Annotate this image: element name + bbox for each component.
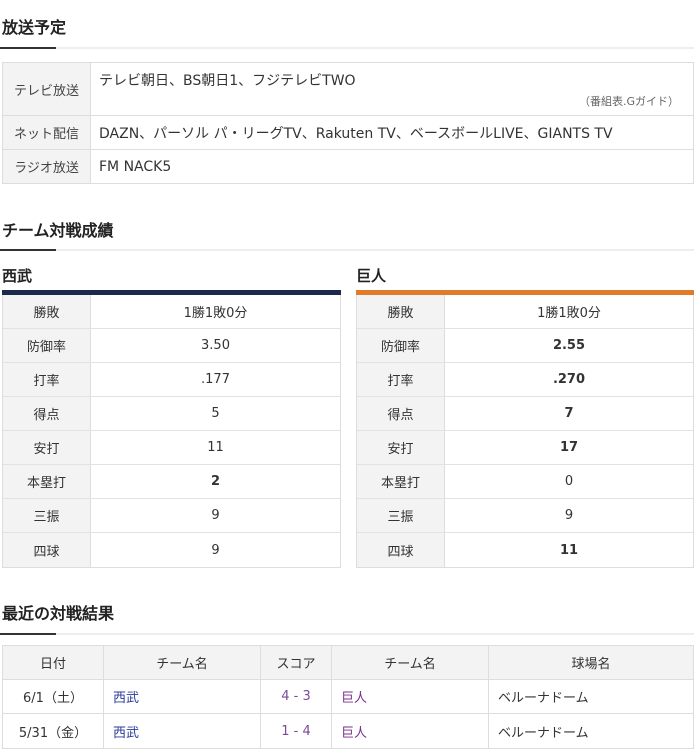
stats-table-kyojin: 勝敗 1勝1敗0分防御率 2.55 打率 .270 得点 7 安打 17 本塁打 0 三振 9 四球 11 (356, 295, 694, 568)
stat-label: 得点 (357, 397, 445, 430)
broadcast-value-tv: テレビ朝日、BS朝日1、フジテレビTWO （番組表.Gガイド） (91, 63, 693, 115)
result-home-team-link[interactable]: 西武 (104, 714, 261, 748)
broadcast-value-net: DAZN、パーソル パ・リーグTV、Rakuten TV、ベースボールLIVE、… (99, 125, 613, 142)
stat-row: 勝敗 1勝1敗0分 (3, 295, 340, 329)
stat-label: 本塁打 (3, 465, 91, 498)
stat-value: 2.55 (552, 338, 586, 353)
stats-section-title: チーム対戦成績 (2, 221, 114, 240)
header-stadium: 球場名 (571, 657, 611, 672)
broadcast-head-radio: ラジオ放送 (3, 150, 91, 183)
stat-label: 防御率 (3, 329, 91, 362)
result-away-team-link[interactable]: 巨人 (332, 714, 489, 748)
stat-label: 打率 (3, 363, 91, 396)
stat-label: 四球 (3, 533, 91, 567)
header-team-away: チーム名 (332, 646, 489, 679)
stat-value: 9 (211, 542, 220, 558)
stat-label: 三振 (357, 499, 445, 532)
team-name-seibu: 西武 (2, 267, 33, 285)
stat-value: 0 (564, 474, 574, 489)
stat-value: 3.50 (201, 338, 230, 353)
stat-value: 11 (207, 440, 224, 455)
stat-label: 打率 (357, 363, 445, 396)
stat-label: 安打 (357, 431, 445, 464)
broadcast-row-radio: ラジオ放送 FM NACK5 (3, 150, 693, 183)
results-table: 日付 チーム名 スコア チーム名 球場名 6/1（土） 西武 4 - 3 巨人 … (2, 645, 694, 749)
broadcast-head-net: ネット配信 (3, 116, 91, 149)
results-row: 6/1（土） 西武 4 - 3 巨人 ベルーナドーム (3, 680, 693, 714)
stat-label: 安打 (3, 431, 91, 464)
results-row: 5/31（金） 西武 1 - 4 巨人 ベルーナドーム (3, 714, 693, 748)
stat-value: 9 (564, 508, 574, 523)
stat-value: 2 (210, 474, 221, 489)
stat-row: 本塁打 2 (3, 465, 340, 499)
tv-channels: テレビ朝日、BS朝日1、フジテレビTWO (99, 73, 356, 89)
stat-label: 勝敗 (3, 295, 91, 328)
team-name-kyojin: 巨人 (356, 267, 387, 285)
broadcast-row-net: ネット配信 DAZN、パーソル パ・リーグTV、Rakuten TV、ベースボー… (3, 116, 693, 150)
stat-row: 得点 7 (357, 397, 693, 431)
broadcast-table: テレビ放送 テレビ朝日、BS朝日1、フジテレビTWO （番組表.Gガイド） ネッ… (2, 62, 694, 184)
stat-value: 5 (211, 406, 220, 421)
header-score: スコア (261, 646, 332, 679)
stat-row: 本塁打 0 (357, 465, 693, 499)
stats-table-seibu: 勝敗 1勝1敗0分防御率 3.50 打率 .177 得点 5 安打 11 本塁打 2 三振 9 四球 9 (2, 295, 341, 568)
result-date: 6/1（土） (3, 680, 104, 713)
result-away-team-link[interactable]: 巨人 (332, 680, 489, 713)
stat-row: 三振 9 (357, 499, 693, 533)
stat-value: 1勝1敗0分 (183, 306, 248, 321)
header-date: 日付 (3, 646, 104, 679)
stat-value: 11 (559, 542, 579, 558)
stat-value: 1勝1敗0分 (537, 306, 601, 321)
result-score-link[interactable]: 4 - 3 (261, 680, 332, 713)
results-header-row: 日付 チーム名 スコア チーム名 球場名 (3, 646, 693, 680)
stat-row: 得点 5 (3, 397, 340, 431)
stat-row: 三振 9 (3, 499, 340, 533)
stat-label: 四球 (357, 533, 445, 567)
result-stadium: ベルーナドーム (498, 691, 589, 706)
stat-label: 三振 (3, 499, 91, 532)
stat-value: .177 (201, 372, 230, 387)
broadcast-value-radio: FM NACK5 (99, 158, 172, 175)
broadcast-head-tv: テレビ放送 (3, 63, 91, 115)
broadcast-row-tv: テレビ放送 テレビ朝日、BS朝日1、フジテレビTWO （番組表.Gガイド） (3, 63, 693, 116)
stat-row: 四球 9 (3, 533, 340, 567)
tv-guide-source[interactable]: （番組表.Gガイド） (579, 93, 679, 109)
stat-row: 打率 .270 (357, 363, 693, 397)
stat-row: 勝敗 1勝1敗0分 (357, 295, 693, 329)
results-section-title: 最近の対戦結果 (2, 604, 115, 623)
stat-row: 安打 11 (3, 431, 340, 465)
stats-title-divider (0, 249, 694, 251)
stat-value: 9 (211, 508, 220, 523)
stat-value: 17 (559, 440, 579, 455)
stat-row: 四球 11 (357, 533, 693, 567)
stat-row: 打率 .177 (3, 363, 340, 397)
broadcast-section-title: 放送予定 (2, 18, 67, 37)
stat-label: 得点 (3, 397, 91, 430)
stat-row: 防御率 2.55 (357, 329, 693, 363)
result-stadium: ベルーナドーム (498, 725, 589, 741)
stat-value: 7 (564, 406, 574, 421)
stat-row: 安打 17 (357, 431, 693, 465)
stat-label: 防御率 (357, 329, 445, 362)
stat-label: 勝敗 (357, 295, 445, 328)
stat-label: 本塁打 (357, 465, 445, 498)
result-score-link[interactable]: 1 - 4 (261, 714, 332, 748)
results-title-divider (0, 633, 694, 635)
stat-value: .270 (552, 372, 586, 387)
result-home-team-link[interactable]: 西武 (104, 680, 261, 713)
result-date: 5/31（金） (3, 714, 104, 748)
header-team-home: チーム名 (104, 646, 261, 679)
stat-row: 防御率 3.50 (3, 329, 340, 363)
broadcast-title-divider (0, 47, 694, 49)
